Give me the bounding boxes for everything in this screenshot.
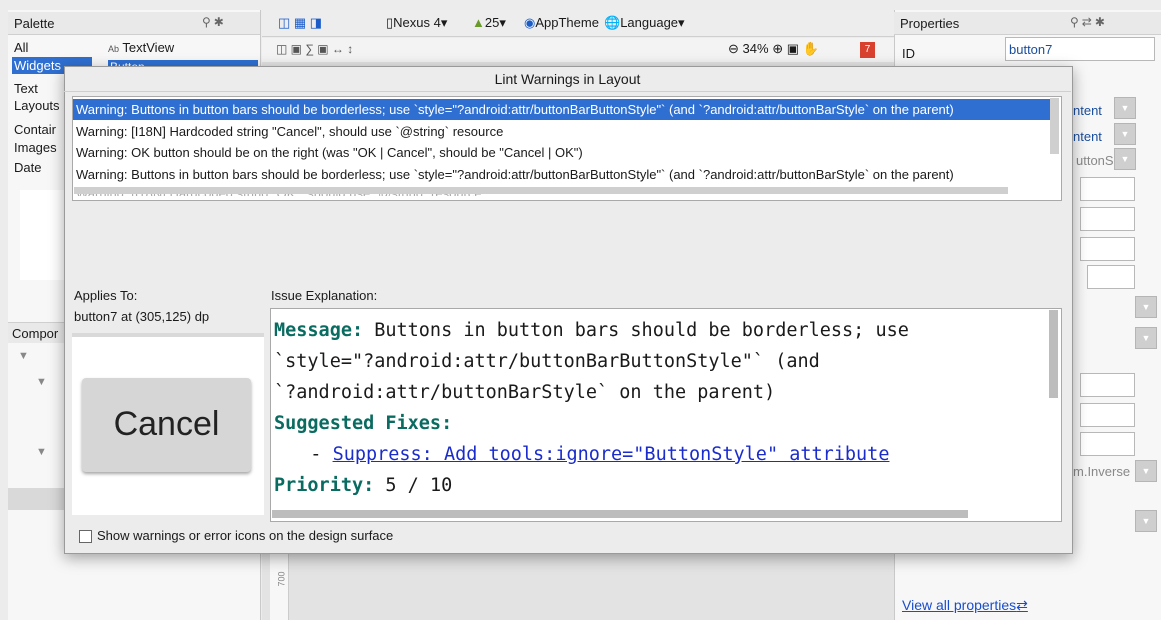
issue-explanation-content: Message: Buttons in button bars should b… [274,315,1044,513]
warning-item[interactable]: Warning: [I18N] Hardcoded string "Cancel… [76,122,1048,142]
prop-text-appearance-value: m.Inverse [1073,464,1131,479]
properties-tools-icons[interactable]: ⚲⇄✱ [1070,15,1108,29]
error-count-badge[interactable]: 7 [860,42,875,58]
gear-icon[interactable]: ✱ [1095,15,1108,29]
prop-layout-height-value: ntent [1073,129,1102,144]
prop-id-label: ID [902,46,915,61]
globe-icon: 🌐 [604,15,621,30]
show-warnings-checkbox[interactable] [79,530,92,543]
priority-key: Priority: [274,475,375,496]
prop-input[interactable] [1087,265,1135,289]
horizontal-scrollbar[interactable] [272,510,968,518]
dropdown-arrow-icon[interactable]: ▼ [1114,97,1136,119]
api-selector[interactable]: ▲25▾ [472,15,506,31]
theme-icon: ◉ [524,15,536,30]
warning-item[interactable]: Warning: Buttons in button bars should b… [76,100,1048,120]
category-images[interactable]: Images [14,140,57,156]
dropdown-arrow-icon[interactable]: ▼ [1114,148,1136,170]
tree-expand-icon[interactable]: ▼ [36,446,47,458]
category-date[interactable]: Date [14,160,41,176]
view-mode-icons[interactable]: ◫ ▦ ◨ [278,15,322,31]
search-icon[interactable]: ⚲ [202,15,214,29]
pan-icon[interactable]: ✋ [803,41,819,56]
prop-input[interactable] [1080,207,1135,231]
prop-input[interactable] [1080,403,1135,427]
prop-input[interactable] [1080,237,1135,261]
category-layouts[interactable]: Layouts [14,98,60,114]
layout-tool-icons[interactable]: ◫ ▣ ∑ ▣ ↔ ↕ [276,42,353,56]
canvas-toolbar: ◫ ▣ ∑ ▣ ↔ ↕ ⊖ 34% ⊕ ▣ ✋ 7 [262,38,894,62]
dropdown-arrow-icon[interactable]: ▼ [1135,296,1157,318]
applies-to-label: Applies To: [74,288,138,303]
textview-icon: Ab [108,44,120,54]
applies-to-value: button7 at (305,125) dp [74,309,210,324]
dropdown-arrow-icon[interactable]: ▼ [1135,460,1157,482]
category-text[interactable]: Text [14,81,38,97]
prop-input[interactable] [1080,373,1135,397]
zoom-out-icon[interactable]: ⊖ [728,41,739,56]
fit-icon[interactable]: ▣ [787,41,799,56]
message-key: Message: [274,320,364,341]
tree-expand-icon[interactable]: ▼ [18,350,29,362]
explanation-message-line: Message: Buttons in button bars should b… [274,320,909,341]
preview-cancel-button: Cancel [82,378,251,472]
category-widgets[interactable]: Widgets [14,58,61,74]
show-warnings-label[interactable]: Show warnings or error icons on the desi… [97,528,393,543]
suppress-fix-link[interactable]: Suppress: Add tools:ignore="ButtonStyle"… [333,444,890,465]
prop-input[interactable] [1080,177,1135,201]
priority-line: Priority: 5 / 10 [274,475,453,496]
design-toolbar: ◫ ▦ ◨ ▯Nexus 4▾ ▲25▾ ◉AppTheme 🌐Language… [262,10,894,37]
horizontal-scrollbar[interactable] [74,187,1008,194]
dialog-title: Lint Warnings in Layout [64,67,1071,92]
category-all[interactable]: All [14,40,28,56]
android-icon: ▲ [472,15,485,30]
prop-input[interactable] [1080,432,1135,456]
gear-icon[interactable]: ✱ [214,15,227,29]
palette-item-textview[interactable]: Ab TextView [108,40,174,55]
swap-icon[interactable]: ⇄ [1082,15,1095,29]
palette-title: Palette [14,16,55,31]
vertical-scrollbar[interactable] [1050,98,1059,154]
properties-title: Properties [900,16,960,31]
suggested-fix-line: - Suppress: Add tools:ignore="ButtonStyl… [288,444,890,465]
device-selector[interactable]: ▯Nexus 4▾ [386,15,447,31]
zoom-in-icon[interactable]: ⊕ [772,41,783,56]
swap-icon: ⇄ [1016,597,1028,613]
tree-expand-icon[interactable]: ▼ [36,376,47,388]
prop-style-value: uttonS [1076,153,1114,168]
view-all-properties-link[interactable]: View all properties⇄ [902,597,1028,614]
dropdown-arrow-icon[interactable]: ▼ [1135,510,1157,532]
language-selector[interactable]: 🌐Language▾ [604,15,685,31]
warning-item[interactable]: Warning: Buttons in button bars should b… [76,165,1032,185]
category-containers[interactable]: Contair [14,122,56,138]
search-icon[interactable]: ⚲ [1070,15,1082,29]
suggested-fixes-key: Suggested Fixes: [274,413,453,434]
explanation-message-line: `?android:attr/buttonBarStyle` on the pa… [274,382,776,403]
explanation-message-line: `style="?android:attr/buttonBarButtonSty… [274,351,820,372]
prop-id-input[interactable]: button7 [1005,37,1155,61]
issue-explanation-label: Issue Explanation: [271,288,378,303]
prop-layout-width-value: ntent [1073,103,1102,118]
theme-selector[interactable]: ◉AppTheme [524,15,599,31]
warning-item[interactable]: Warning: OK button should be on the righ… [76,143,1048,163]
palette-tools-icons[interactable]: ⚲✱ [202,15,227,29]
dropdown-arrow-icon[interactable]: ▼ [1114,123,1136,145]
ruler-label: 700 [276,571,287,587]
vertical-scrollbar[interactable] [1049,310,1058,398]
dropdown-arrow-icon[interactable]: ▼ [1135,327,1157,349]
component-tree-title: Compor [12,326,59,341]
zoom-controls[interactable]: ⊖ 34% ⊕ ▣ ✋ [728,41,819,57]
